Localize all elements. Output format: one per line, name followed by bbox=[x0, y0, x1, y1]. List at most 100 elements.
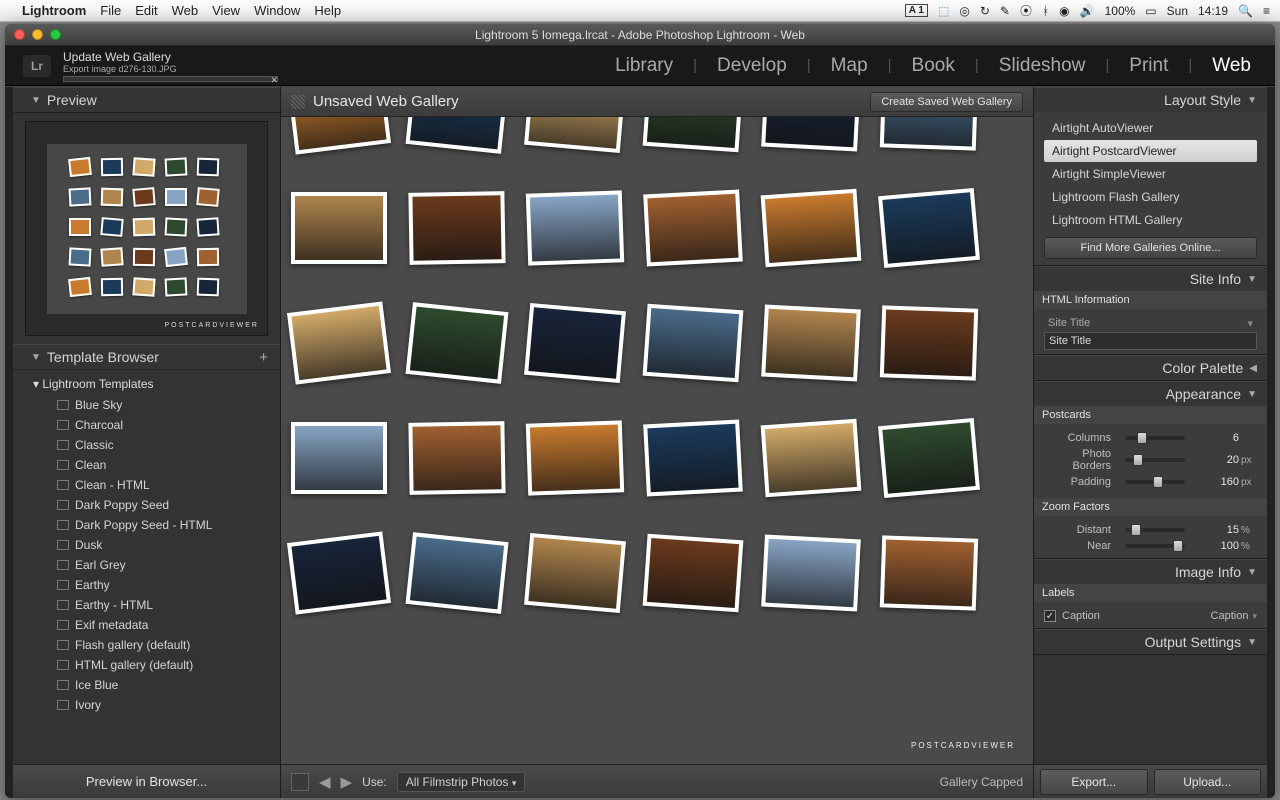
layout-style-item[interactable]: Lightroom HTML Gallery bbox=[1044, 209, 1257, 231]
layout-style-item[interactable]: Airtight AutoViewer bbox=[1044, 117, 1257, 139]
distant-value[interactable]: 15 bbox=[1191, 524, 1239, 536]
padding-value[interactable]: 160 bbox=[1191, 476, 1239, 488]
progress-bar[interactable]: ✕ bbox=[63, 76, 278, 82]
battery-percent[interactable]: 100% bbox=[1105, 4, 1136, 18]
module-print[interactable]: Print bbox=[1123, 55, 1174, 77]
right-rail-toggle[interactable] bbox=[1267, 87, 1275, 798]
distant-slider[interactable] bbox=[1125, 528, 1185, 532]
postcard-thumbnail[interactable] bbox=[287, 531, 391, 614]
template-item[interactable]: Earthy bbox=[13, 575, 280, 595]
layout-style-item[interactable]: Lightroom Flash Gallery bbox=[1044, 186, 1257, 208]
menubar-app[interactable]: Lightroom bbox=[22, 3, 86, 18]
near-value[interactable]: 100 bbox=[1191, 540, 1239, 552]
template-list[interactable]: ▾ Lightroom Templates Blue SkyCharcoal Cl… bbox=[13, 370, 280, 764]
postcard-thumbnail[interactable] bbox=[880, 535, 978, 610]
template-item[interactable]: HTML gallery (default) bbox=[13, 655, 280, 675]
add-template-icon[interactable]: + bbox=[259, 349, 268, 366]
site-title-input[interactable] bbox=[1044, 332, 1257, 350]
postcard-thumbnail[interactable] bbox=[643, 534, 744, 613]
template-item[interactable]: Clean - HTML bbox=[13, 475, 280, 495]
left-rail-toggle[interactable] bbox=[5, 87, 13, 798]
module-develop[interactable]: Develop bbox=[711, 55, 793, 77]
output-settings-header[interactable]: Output Settings▼ bbox=[1034, 630, 1267, 654]
template-item[interactable]: Charcoal bbox=[13, 415, 280, 435]
export-button[interactable]: Export... bbox=[1040, 769, 1148, 795]
postcard-thumbnail[interactable] bbox=[878, 188, 980, 268]
layout-style-header[interactable]: Layout Style▼ bbox=[1034, 88, 1267, 112]
window-zoom[interactable] bbox=[50, 29, 61, 40]
menu-window[interactable]: Window bbox=[254, 3, 300, 18]
template-item[interactable]: Ivory bbox=[13, 695, 280, 715]
template-item[interactable]: Exif metadata bbox=[13, 615, 280, 635]
layout-style-item[interactable]: Airtight SimpleViewer bbox=[1044, 163, 1257, 185]
postcard-thumbnail[interactable] bbox=[526, 420, 624, 495]
preview-thumbnail[interactable]: POSTCARDVIEWER bbox=[25, 121, 268, 336]
padding-slider[interactable] bbox=[1125, 480, 1185, 484]
adobe-tray-icon[interactable]: A 1 bbox=[905, 4, 928, 17]
menu-help[interactable]: Help bbox=[314, 3, 341, 18]
postcard-thumbnail[interactable] bbox=[878, 418, 980, 498]
postcard-thumbnail[interactable] bbox=[405, 302, 508, 384]
template-item[interactable]: Earl Grey bbox=[13, 555, 280, 575]
cc-icon[interactable]: ◎ bbox=[959, 4, 969, 18]
template-item[interactable]: Dark Poppy Seed - HTML bbox=[13, 515, 280, 535]
notification-icon[interactable]: ≡ bbox=[1263, 4, 1270, 18]
appearance-header[interactable]: Appearance▼ bbox=[1034, 382, 1267, 406]
window-close[interactable] bbox=[14, 29, 25, 40]
spotlight-icon[interactable]: 🔍 bbox=[1238, 4, 1253, 18]
menu-file[interactable]: File bbox=[100, 3, 121, 18]
color-palette-header[interactable]: Color Palette◀ bbox=[1034, 356, 1267, 380]
prev-arrow-icon[interactable]: ◀ bbox=[319, 773, 331, 791]
template-item[interactable]: Ice Blue bbox=[13, 675, 280, 695]
postcard-thumbnail[interactable] bbox=[287, 117, 391, 155]
postcard-thumbnail[interactable] bbox=[643, 117, 744, 152]
template-folder[interactable]: ▾ Lightroom Templates bbox=[13, 373, 280, 395]
postcard-thumbnail[interactable] bbox=[643, 420, 743, 497]
sync-icon[interactable]: ↻ bbox=[980, 4, 990, 18]
postcard-thumbnail[interactable] bbox=[880, 117, 978, 151]
evernote-icon[interactable]: ✎ bbox=[1000, 4, 1010, 18]
module-web[interactable]: Web bbox=[1206, 55, 1257, 77]
postcard-thumbnail[interactable] bbox=[405, 532, 508, 614]
window-titlebar[interactable]: Lightroom 5 Iomega.lrcat - Adobe Photosh… bbox=[5, 24, 1275, 46]
caption-menu-icon[interactable]: ▾ bbox=[1252, 611, 1257, 622]
select-toggle[interactable] bbox=[291, 773, 309, 791]
image-info-header[interactable]: Image Info▼ bbox=[1034, 560, 1267, 584]
postcard-thumbnail[interactable] bbox=[405, 117, 508, 154]
tray-icon[interactable]: ⦿ bbox=[1020, 2, 1032, 19]
near-slider[interactable] bbox=[1125, 544, 1185, 548]
template-item[interactable]: Blue Sky bbox=[13, 395, 280, 415]
window-minimize[interactable] bbox=[32, 29, 43, 40]
preview-panel-header[interactable]: ▼Preview bbox=[13, 87, 280, 113]
template-item[interactable]: Flash gallery (default) bbox=[13, 635, 280, 655]
module-library[interactable]: Library bbox=[609, 55, 679, 77]
borders-value[interactable]: 20 bbox=[1191, 454, 1239, 466]
layout-style-item[interactable]: Airtight PostcardViewer bbox=[1044, 140, 1257, 162]
module-map[interactable]: Map bbox=[825, 55, 874, 77]
template-item[interactable]: Dark Poppy Seed bbox=[13, 495, 280, 515]
upload-button[interactable]: Upload... bbox=[1154, 769, 1262, 795]
clock-time[interactable]: 14:19 bbox=[1198, 4, 1228, 18]
site-info-header[interactable]: Site Info▼ bbox=[1034, 267, 1267, 291]
borders-slider[interactable] bbox=[1125, 458, 1185, 462]
postcard-thumbnail[interactable] bbox=[643, 190, 743, 267]
template-item[interactable]: Dusk bbox=[13, 535, 280, 555]
postcard-thumbnail[interactable] bbox=[291, 192, 387, 264]
use-dropdown[interactable]: All Filmstrip Photos ▾ bbox=[397, 772, 526, 792]
grid-icon[interactable] bbox=[291, 95, 305, 109]
postcard-thumbnail[interactable] bbox=[761, 305, 861, 382]
columns-slider[interactable] bbox=[1125, 436, 1185, 440]
menu-web[interactable]: Web bbox=[172, 3, 199, 18]
postcard-thumbnail[interactable] bbox=[643, 304, 744, 383]
postcard-thumbnail[interactable] bbox=[291, 422, 387, 494]
find-more-galleries-button[interactable]: Find More Galleries Online... bbox=[1044, 237, 1257, 259]
next-arrow-icon[interactable]: ▶ bbox=[341, 773, 353, 791]
postcard-thumbnail[interactable] bbox=[761, 419, 862, 498]
template-item[interactable]: Earthy - HTML bbox=[13, 595, 280, 615]
menu-edit[interactable]: Edit bbox=[135, 3, 157, 18]
module-book[interactable]: Book bbox=[906, 55, 961, 77]
battery-icon[interactable]: ▭ bbox=[1145, 4, 1156, 18]
clock-day[interactable]: Sun bbox=[1167, 4, 1188, 18]
template-panel-header[interactable]: ▼Template Browser+ bbox=[13, 344, 280, 370]
progress-cancel-icon[interactable]: ✕ bbox=[270, 75, 278, 86]
